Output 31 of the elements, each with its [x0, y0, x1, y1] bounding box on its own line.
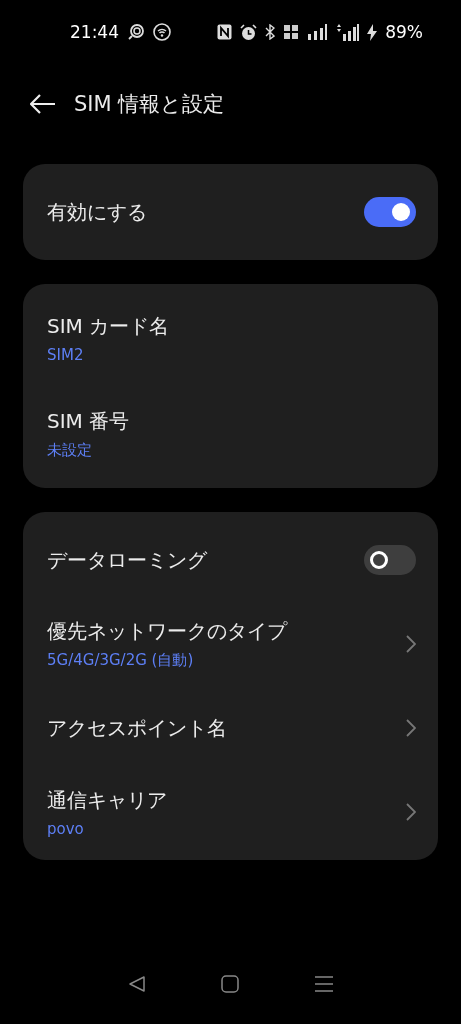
wifi-icon — [153, 23, 171, 41]
setting-label[interactable]: 優先ネットワークのタイプ — [47, 618, 406, 645]
nfc-icon — [217, 24, 233, 40]
chevron-right-icon — [406, 635, 416, 653]
setting-value: povo — [47, 819, 85, 838]
signal-icon — [335, 23, 360, 41]
setting-label[interactable]: 通信キャリア — [47, 786, 406, 814]
chevron-right-icon — [406, 719, 416, 737]
target-icon — [127, 23, 145, 41]
setting-label[interactable]: データローミング — [47, 546, 364, 574]
setting-value: SIM2 — [47, 345, 85, 364]
setting-value: 未設定 — [47, 441, 93, 460]
setting-label[interactable]: 有効にする — [47, 198, 364, 226]
alarm-icon — [240, 23, 258, 41]
battery-percent: 89% — [385, 22, 423, 42]
setting-label[interactable]: SIM カード名 — [47, 312, 416, 340]
setting-label[interactable]: アクセスポイント名 — [47, 714, 406, 742]
bluetooth-icon — [265, 24, 276, 40]
toggle-switch[interactable] — [364, 197, 416, 227]
home-icon[interactable] — [221, 975, 240, 993]
back-arrow-icon[interactable] — [30, 94, 56, 114]
setting-value: 5G/4G/3G/2G (自動) — [47, 651, 195, 670]
setting-label[interactable]: SIM 番号 — [47, 408, 416, 435]
toggle-switch[interactable] — [364, 545, 416, 575]
status-time: 21:44 — [70, 22, 119, 42]
menu-icon[interactable] — [315, 975, 334, 993]
charging-icon — [367, 23, 378, 41]
chevron-right-icon — [406, 803, 416, 821]
page-title: SIM 情報と設定 — [74, 91, 225, 118]
signal-icon — [307, 24, 328, 40]
back-icon[interactable] — [127, 975, 146, 993]
